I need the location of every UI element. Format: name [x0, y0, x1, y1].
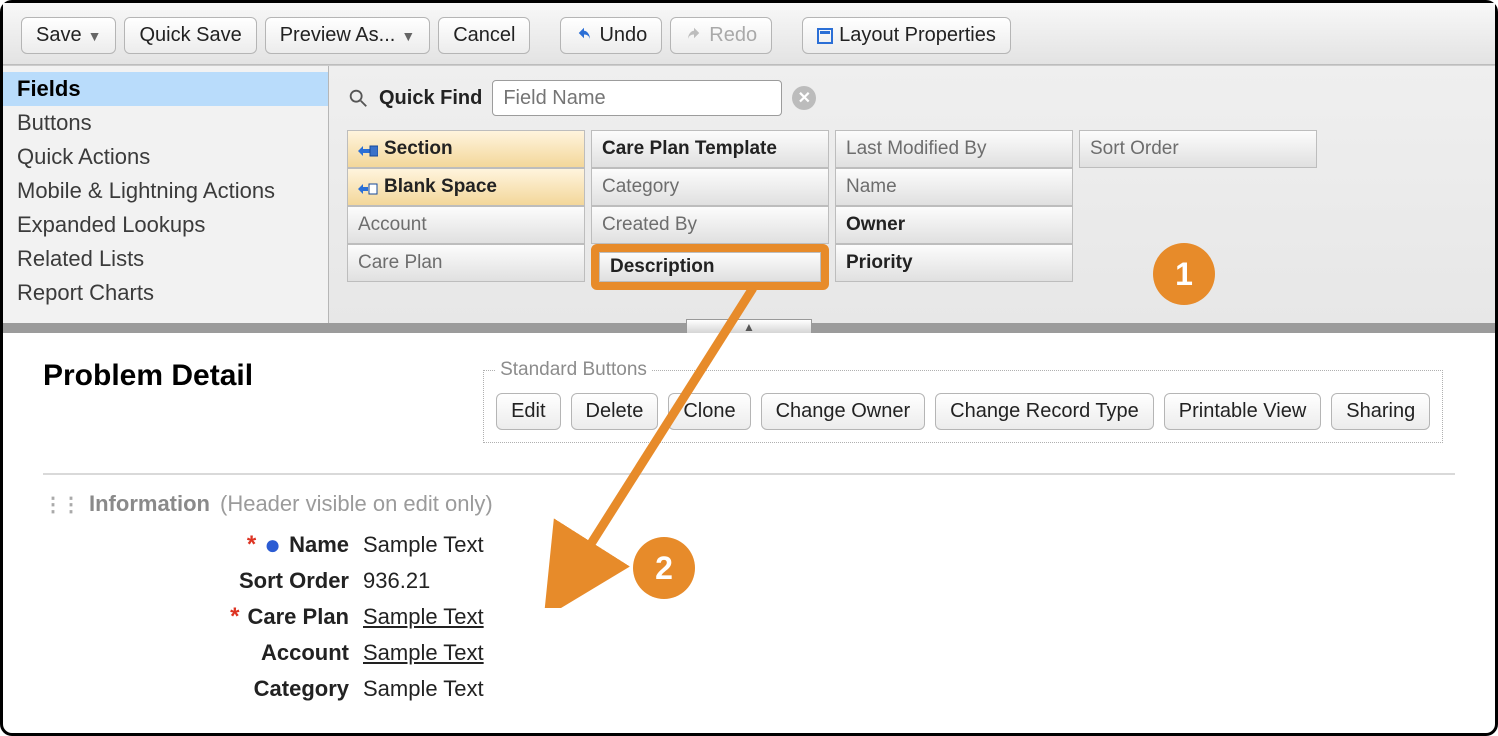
- field-grid: Section Blank Space Account Care Plan Ca…: [347, 130, 1477, 290]
- quick-find-label: Quick Find: [379, 87, 482, 110]
- palette-description[interactable]: Description: [599, 252, 821, 282]
- section-title: Information: [89, 491, 210, 517]
- sidebar-item-related-lists[interactable]: Related Lists: [3, 242, 328, 276]
- undo-button[interactable]: Undo: [560, 17, 662, 54]
- undo-label: Undo: [599, 24, 647, 47]
- palette-created-by[interactable]: Created By: [591, 206, 829, 244]
- field-row-name[interactable]: * ● Name Sample Text: [83, 527, 1455, 563]
- page-title: Problem Detail: [43, 359, 253, 393]
- layout-canvas: Problem Detail Standard Buttons Edit Del…: [3, 333, 1495, 707]
- sidebar-item-expanded-lookups[interactable]: Expanded Lookups: [3, 208, 328, 242]
- quick-save-button[interactable]: Quick Save: [124, 17, 256, 54]
- palette-sidebar: Fields Buttons Quick Actions Mobile & Li…: [3, 66, 329, 323]
- palette-name[interactable]: Name: [835, 168, 1073, 206]
- toolbar: Save ▼ Quick Save Preview As... ▼ Cancel…: [3, 3, 1495, 65]
- palette-sort-order[interactable]: Sort Order: [1079, 130, 1317, 168]
- search-icon: [347, 87, 369, 109]
- divider: [43, 473, 1455, 475]
- caret-down-icon: ▼: [88, 28, 102, 44]
- sidebar-item-buttons[interactable]: Buttons: [3, 106, 328, 140]
- sharing-button[interactable]: Sharing: [1331, 393, 1430, 430]
- save-button[interactable]: Save ▼: [21, 17, 116, 54]
- field-value: 936.21: [363, 568, 430, 594]
- palette-care-plan[interactable]: Care Plan: [347, 244, 585, 282]
- sidebar-item-mobile-lightning-actions[interactable]: Mobile & Lightning Actions: [3, 174, 328, 208]
- sidebar-item-quick-actions[interactable]: Quick Actions: [3, 140, 328, 174]
- palette-care-plan-template[interactable]: Care Plan Template: [591, 130, 829, 168]
- annotation-badge-2: 2: [633, 537, 695, 599]
- field-row-category[interactable]: Category Sample Text: [83, 671, 1455, 707]
- preview-as-label: Preview As...: [280, 24, 396, 47]
- quick-find-input[interactable]: [492, 80, 782, 116]
- info-table: * ● Name Sample Text Sort Order 936.21 *…: [83, 527, 1455, 707]
- field-value: Sample Text: [363, 532, 484, 558]
- field-value: Sample Text: [363, 676, 484, 702]
- layout-properties-button[interactable]: Layout Properties: [802, 17, 1011, 54]
- standard-buttons-legend: Standard Buttons: [496, 359, 651, 381]
- field-value: Sample Text: [363, 604, 484, 630]
- required-asterisk-icon: *: [247, 531, 256, 559]
- field-row-care-plan[interactable]: * Care Plan Sample Text: [83, 599, 1455, 635]
- sidebar-item-report-charts[interactable]: Report Charts: [3, 276, 328, 310]
- delete-button[interactable]: Delete: [571, 393, 659, 430]
- palette-main: Quick Find ✕ Section Blank Space Ac: [329, 66, 1495, 323]
- change-owner-button[interactable]: Change Owner: [761, 393, 926, 430]
- section-header[interactable]: ⋮⋮ Information (Header visible on edit o…: [43, 491, 1455, 517]
- cancel-button[interactable]: Cancel: [438, 17, 530, 54]
- caret-down-icon: ▼: [401, 28, 415, 44]
- redo-icon: [685, 27, 703, 45]
- undo-icon: [575, 27, 593, 45]
- drag-handle-icon[interactable]: ⋮⋮: [43, 492, 79, 517]
- clone-button[interactable]: Clone: [668, 393, 750, 430]
- standard-buttons-group: Standard Buttons Edit Delete Clone Chang…: [483, 359, 1443, 443]
- section-visibility-note: (Header visible on edit only): [220, 491, 493, 517]
- quick-find-row: Quick Find ✕: [347, 80, 1477, 116]
- palette-blank-space[interactable]: Blank Space: [347, 168, 585, 206]
- printable-view-button[interactable]: Printable View: [1164, 393, 1321, 430]
- palette-category[interactable]: Category: [591, 168, 829, 206]
- field-value: Sample Text: [363, 640, 484, 666]
- layout-icon: [817, 28, 833, 44]
- layout-properties-label: Layout Properties: [839, 24, 996, 47]
- collapse-handle[interactable]: ▲: [686, 319, 812, 333]
- field-row-account[interactable]: Account Sample Text: [83, 635, 1455, 671]
- palette-section[interactable]: Section: [347, 130, 585, 168]
- save-label: Save: [36, 24, 82, 47]
- change-record-type-button[interactable]: Change Record Type: [935, 393, 1154, 430]
- palette-priority[interactable]: Priority: [835, 244, 1073, 282]
- annotation-badge-1: 1: [1153, 243, 1215, 305]
- sidebar-item-fields[interactable]: Fields: [3, 72, 328, 106]
- redo-button[interactable]: Redo: [670, 17, 772, 54]
- palette: Fields Buttons Quick Actions Mobile & Li…: [3, 65, 1495, 333]
- palette-owner[interactable]: Owner: [835, 206, 1073, 244]
- required-asterisk-icon: *: [230, 603, 239, 631]
- section-icon: [358, 142, 378, 156]
- palette-account[interactable]: Account: [347, 206, 585, 244]
- redo-label: Redo: [709, 24, 757, 47]
- clear-icon[interactable]: ✕: [792, 86, 816, 110]
- description-highlight: Description: [591, 244, 829, 290]
- field-row-sort-order[interactable]: Sort Order 936.21: [83, 563, 1455, 599]
- preview-as-button[interactable]: Preview As... ▼: [265, 17, 430, 54]
- blank-space-icon: [358, 180, 378, 194]
- palette-last-modified-by[interactable]: Last Modified By: [835, 130, 1073, 168]
- edit-button[interactable]: Edit: [496, 393, 560, 430]
